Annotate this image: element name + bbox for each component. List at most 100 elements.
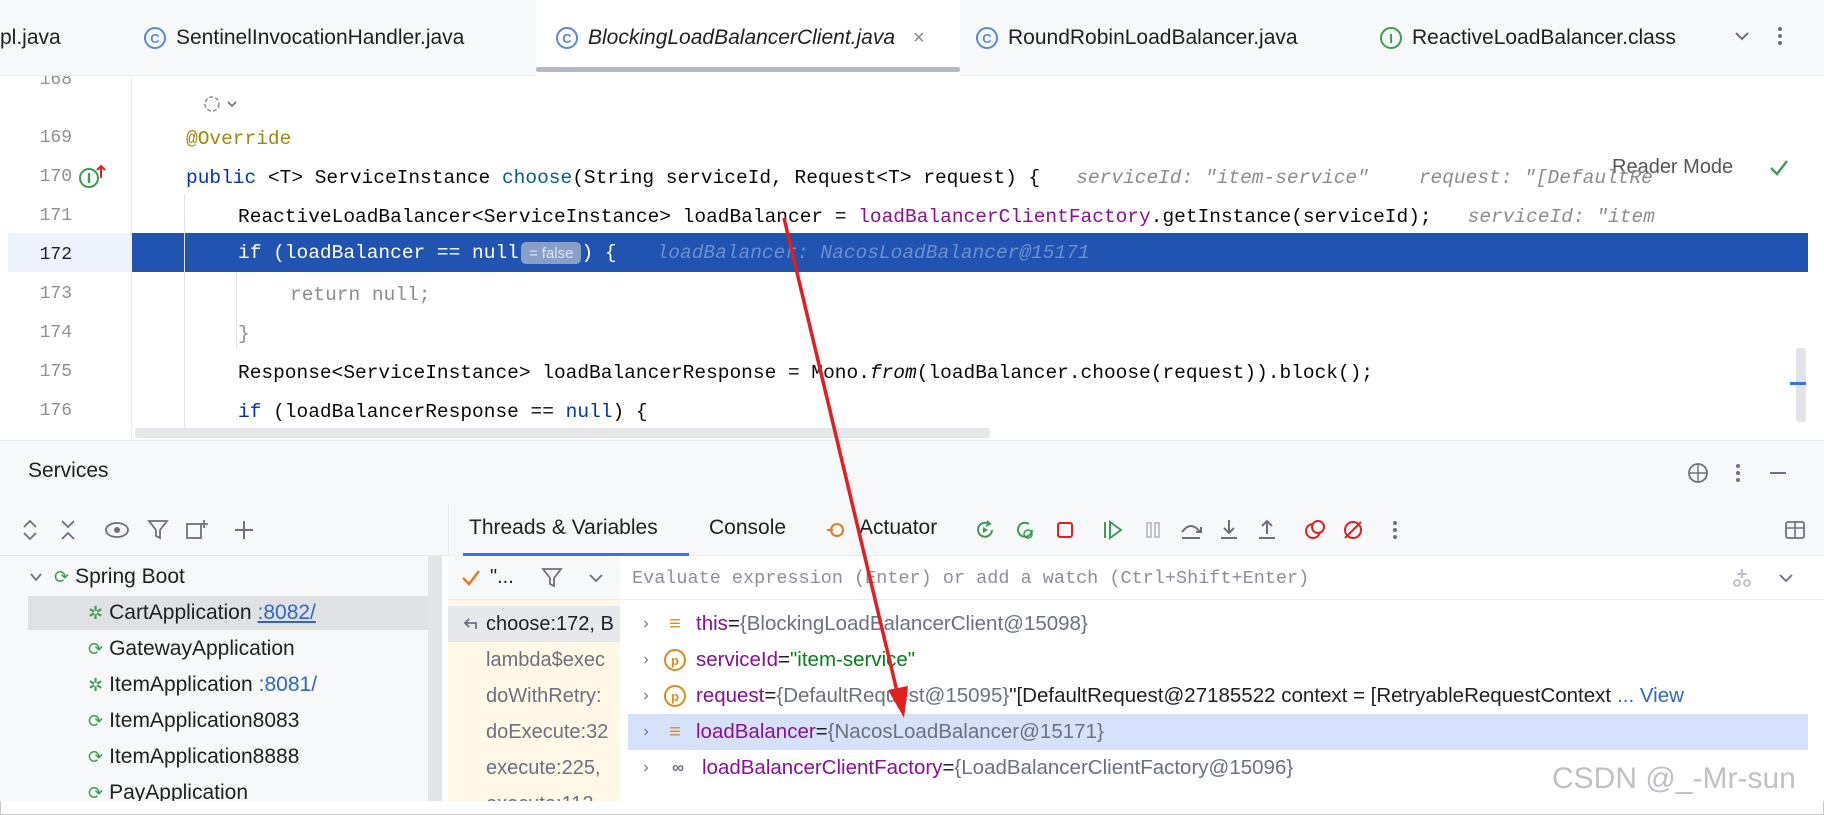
code-editor[interactable]: 168 169 170 171 172 173 174 175 176 Read… (0, 76, 1824, 440)
code-line-173: return null; (290, 276, 430, 314)
active-tab-indicator (536, 67, 960, 72)
tab-actuator[interactable]: Actuator (859, 516, 937, 540)
chevron-down-icon[interactable] (586, 568, 606, 588)
tree-node-label: ItemApplication8888 (109, 745, 300, 768)
port-label[interactable]: :8081/ (259, 673, 317, 697)
step-out-icon[interactable] (1255, 518, 1279, 542)
thread-selector[interactable]: "... (490, 566, 514, 589)
horizontal-scrollbar[interactable] (135, 428, 990, 438)
tab-list-chevron-icon[interactable] (1730, 24, 1754, 48)
close-icon[interactable]: × (913, 27, 925, 50)
spring-boot-icon: ⟳ (88, 746, 104, 767)
stack-icon: ≡ (669, 720, 681, 743)
line-number: 175 (39, 362, 72, 382)
port-link[interactable]: :8082/ (258, 601, 316, 625)
variable-row-request[interactable]: › p request = {DefaultRequest@15095} "[D… (628, 678, 1808, 714)
add-service-icon[interactable] (232, 518, 260, 542)
step-over-icon[interactable] (1179, 518, 1203, 542)
crosshair-icon[interactable] (1686, 461, 1710, 485)
keyword-token: null (565, 401, 613, 423)
frame-label: lambda$exec (486, 648, 605, 671)
implements-method-icon[interactable] (78, 164, 108, 190)
expand-all-icon[interactable] (18, 518, 42, 542)
resume-program-icon[interactable] (1101, 518, 1125, 542)
new-group-icon[interactable] (184, 518, 212, 542)
method-token: choose (501, 167, 573, 189)
return-arrow-icon (460, 614, 486, 634)
code-line-175: Response<ServiceInstance> loadBalancerRe… (238, 354, 1373, 392)
filter-icon[interactable] (146, 518, 174, 542)
tree-node-gateway-application[interactable]: ⟳ GatewayApplication (28, 632, 428, 666)
frame-item[interactable]: doExecute:32 (448, 714, 620, 750)
stop-icon[interactable] (1053, 518, 1077, 542)
code-token: ) { (581, 242, 617, 264)
spring-boot-icon: ⟳ (88, 710, 104, 731)
view-breakpoints-icon[interactable] (1303, 518, 1327, 542)
tree-node-cart-application[interactable]: ✲ CartApplication :8082/ (28, 596, 428, 630)
chevron-right-icon[interactable]: › (628, 651, 664, 669)
chevron-right-icon[interactable]: › (628, 615, 664, 633)
collapse-all-icon[interactable] (56, 518, 80, 542)
ai-assistant-icon[interactable] (200, 92, 244, 116)
variable-row-load-balancer[interactable]: › ≡ loadBalancer = {NacosLoadBalancer@15… (628, 714, 1808, 750)
chevron-down-icon[interactable] (1776, 568, 1796, 588)
add-watch-icon[interactable] (1730, 566, 1754, 590)
evaluate-expression-input[interactable]: Evaluate expression (Enter) or add a wat… (632, 568, 1309, 589)
view-link[interactable]: ... View (1617, 684, 1684, 708)
tab-blocking-load-balancer-client[interactable]: C BlockingLoadBalancerClient.java × (536, 0, 960, 76)
tab-round-robin-load-balancer[interactable]: C RoundRobinLoadBalancer.java (976, 0, 1336, 76)
scroll-marker (1790, 382, 1806, 385)
more-options-icon[interactable] (1770, 24, 1790, 48)
evaluate-expression-bar[interactable]: Evaluate expression (Enter) or add a wat… (620, 556, 1824, 600)
tree-scrollbar[interactable] (428, 556, 442, 801)
variable-row-service-id[interactable]: › p serviceId = "item-service" (628, 642, 1808, 678)
rerun-debug-icon[interactable] (1013, 518, 1037, 542)
code-token: .getInstance(serviceId); (1150, 206, 1432, 228)
more-options-icon[interactable] (1385, 518, 1405, 542)
tab-label: RoundRobinLoadBalancer.java (1008, 26, 1298, 49)
tab-threads-variables[interactable]: Threads & Variables (469, 516, 658, 540)
tab-label: BlockingLoadBalancerClient.java (588, 26, 896, 49)
tab-label: SentinelInvocationHandler.java (176, 26, 465, 49)
line-number: 176 (39, 401, 72, 421)
code-token: if (loadBalancer == null (238, 242, 519, 264)
keyword-token: public (186, 167, 257, 189)
minimize-icon[interactable] (1766, 461, 1790, 485)
rerun-icon[interactable] (973, 518, 997, 542)
watermark: CSDN @_-Mr-sun (1552, 762, 1796, 795)
tab-pl-java[interactable]: pl.java (0, 0, 120, 76)
frame-item-current[interactable]: choose:172, B (448, 606, 620, 642)
more-options-icon[interactable] (1728, 461, 1748, 485)
frame-label: doExecute:32 (486, 720, 609, 743)
frame-label: execute:112 (486, 793, 594, 802)
line-number: 168 (39, 76, 72, 90)
tab-console[interactable]: Console (709, 516, 786, 540)
tree-node-item-application-8888[interactable]: ⟳ ItemApplication8888 (28, 740, 428, 774)
mute-breakpoints-icon[interactable] (1341, 518, 1365, 542)
tab-reactive-load-balancer[interactable]: I ReactiveLoadBalancer.class (1380, 0, 1720, 76)
frame-item[interactable]: doWithRetry: (448, 678, 620, 714)
vertical-scrollbar[interactable] (1796, 348, 1806, 422)
chevron-down-icon[interactable] (28, 569, 54, 585)
tree-node-pay-application[interactable]: ⟳ PayApplication (28, 776, 428, 801)
tree-node-item-application[interactable]: ✲ ItemApplication :8081/ (28, 668, 428, 702)
frame-item[interactable]: execute:225, (448, 750, 620, 786)
check-icon[interactable] (460, 566, 482, 588)
chevron-right-icon[interactable]: › (628, 723, 664, 741)
tree-node-item-application-8083[interactable]: ⟳ ItemApplication8083 (28, 704, 428, 738)
line-number: 171 (39, 206, 72, 226)
code-line-170: public <T> ServiceInstance choose (String… (186, 159, 1653, 197)
frame-item[interactable]: execute:112 (448, 786, 620, 802)
view-options-icon[interactable] (104, 518, 134, 542)
frame-item[interactable]: lambda$exec (448, 642, 620, 678)
step-into-icon[interactable] (1217, 518, 1241, 542)
layout-icon[interactable] (1783, 518, 1807, 542)
variable-row-this[interactable]: › ≡ this = {BlockingLoadBalancerClient@1… (628, 606, 1808, 642)
tree-node-spring-boot[interactable]: ⟳ Spring Boot (28, 560, 428, 594)
filter-icon[interactable] (540, 566, 564, 590)
chevron-right-icon[interactable]: › (628, 759, 664, 777)
tab-sentinel-invocation-handler[interactable]: C SentinelInvocationHandler.java (144, 0, 524, 76)
pause-icon[interactable] (1141, 518, 1165, 542)
code-line-176: if (loadBalancerResponse == null) { (238, 393, 648, 431)
chevron-right-icon[interactable]: › (628, 687, 664, 705)
